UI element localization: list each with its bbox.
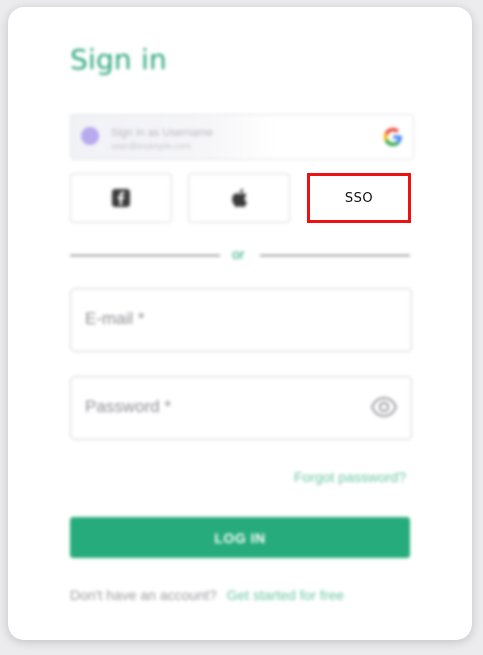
- login-button[interactable]: LOG IN: [70, 517, 410, 558]
- eye-icon[interactable]: [371, 397, 397, 417]
- google-account-name: Sign in as Username: [111, 127, 214, 139]
- password-field[interactable]: Password *: [70, 376, 412, 440]
- email-label: E-mail *: [85, 309, 145, 328]
- email-field[interactable]: E-mail *: [70, 288, 412, 352]
- password-label: Password *: [85, 397, 171, 416]
- apple-signin-button[interactable]: [188, 173, 290, 223]
- signup-row: Don't have an account? Get started for f…: [70, 587, 344, 603]
- facebook-signin-button[interactable]: [70, 173, 172, 223]
- page-title: Sign in: [70, 43, 167, 76]
- signin-card: Sign in Sign in as Username user@example…: [8, 7, 472, 640]
- divider-text: or: [232, 246, 245, 262]
- signup-prompt: Don't have an account?: [70, 587, 217, 603]
- google-account-email: user@example.com: [111, 141, 192, 151]
- divider-right: [260, 255, 410, 256]
- signup-link[interactable]: Get started for free: [227, 587, 345, 603]
- sso-button[interactable]: SSO: [307, 173, 411, 223]
- avatar: [81, 127, 99, 145]
- divider-left: [70, 255, 220, 256]
- google-signin-button[interactable]: Sign in as Username user@example.com: [70, 114, 414, 160]
- facebook-icon: [112, 189, 130, 207]
- apple-icon: [232, 188, 248, 208]
- google-icon: [383, 127, 402, 147]
- forgot-password-link[interactable]: Forgot password?: [294, 469, 406, 485]
